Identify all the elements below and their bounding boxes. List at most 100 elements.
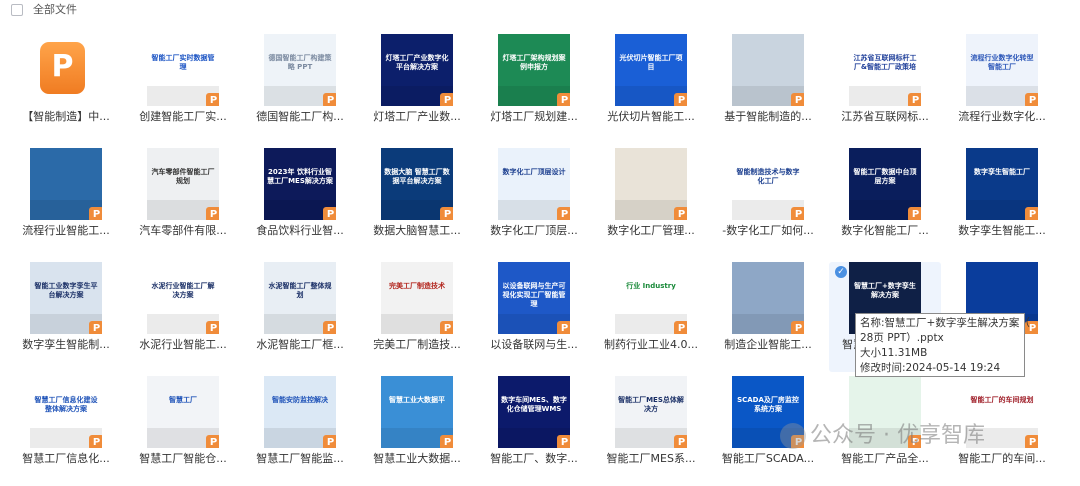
file-item[interactable]: 智能制造技术与数字化工厂 P -数字化工厂如何... — [712, 148, 824, 258]
file-item[interactable]: 流程行业数字化转型智能工厂 P 流程行业数字化... — [946, 34, 1058, 144]
file-item[interactable]: 水泥行业智能工厂解决方案 P 水泥行业智能工... — [127, 262, 239, 372]
file-item[interactable]: 智慧工厂信息化建设整体解决方案 P 智慧工厂信息化... — [10, 376, 122, 486]
thumbnail-title: 水泥智能工厂整体规划 — [268, 282, 332, 299]
file-thumbnail: P — [615, 148, 687, 220]
file-item[interactable]: 数据大脑 智慧工厂数据平台解决方案 P 数据大脑智慧工... — [361, 148, 473, 258]
file-name: 智慧工厂智能监... — [256, 452, 344, 465]
file-name: 制造企业智能工... — [724, 338, 812, 351]
file-item[interactable]: 智能安防监控解决 P 智慧工厂智能监... — [244, 376, 356, 486]
file-name: 汽车零部件有限... — [139, 224, 227, 237]
file-thumbnail: 智能工业数字孪生平台解决方案 P — [30, 262, 102, 334]
ppt-badge-icon: P — [323, 207, 336, 220]
file-grid: P 【智能制造】中... 智能工厂实时数据管理 P 创建智能工厂实... 德国智能工厂构建… — [0, 0, 1080, 483]
ppt-badge-icon: P — [908, 207, 921, 220]
ppt-badge-icon: P — [674, 321, 687, 334]
ppt-badge-icon: P — [206, 435, 219, 448]
file-item[interactable]: 光伏切片智能工厂项目 P 光伏切片智能工... — [595, 34, 707, 144]
file-name: 制药行业工业4.0... — [604, 338, 698, 351]
thumbnail-title: 数字车间MES、数字化仓储管理WMS — [501, 396, 567, 413]
file-item[interactable]: 数字车间MES、数字化仓储管理WMS P 智能工厂、数字... — [478, 376, 590, 486]
file-thumbnail: 灯塔工厂产业数字化平台解决方案 P — [381, 34, 453, 106]
file-item[interactable]: 水泥智能工厂整体规划 P 水泥智能工厂框... — [244, 262, 356, 372]
ppt-badge-icon: P — [89, 207, 102, 220]
file-name: 智慧工厂信息化... — [22, 452, 110, 465]
file-item[interactable]: 数字孪生智能工厂 P 数字孪生智能工... — [946, 148, 1058, 258]
thumbnail-title: 智慧工厂 — [169, 396, 197, 404]
file-item[interactable]: 江苏省互联网标杆工厂&智能工厂政策培 P 江苏省互联网标... — [829, 34, 941, 144]
file-tooltip: 名称:智慧工厂+数字孪生解决方案（ 28页 PPT）.pptx 大小11.31M… — [855, 313, 1030, 377]
file-item[interactable]: 智能工厂实时数据管理 P 创建智能工厂实... — [127, 34, 239, 144]
file-item[interactable]: P 数字化工厂管理... — [595, 148, 707, 258]
file-name: 流程行业数字化... — [958, 110, 1046, 123]
file-item[interactable]: 灯塔工厂产业数字化平台解决方案 P 灯塔工厂产业数... — [361, 34, 473, 144]
tooltip-size: 大小11.31MB — [860, 347, 928, 359]
file-item[interactable]: 智慧工业大数据平 P 智慧工业大数据... — [361, 376, 473, 486]
file-item[interactable]: 智能工业数字孪生平台解决方案 P 数字孪生智能制... — [10, 262, 122, 372]
ppt-badge-icon: P — [557, 321, 570, 334]
thumbnail-title: 以设备联网与生产可视化实现工厂智能管理 — [502, 282, 566, 308]
file-item[interactable]: P 流程行业智能工... — [10, 148, 122, 258]
file-name: 【智能制造】中... — [22, 110, 110, 123]
ppt-badge-icon: P — [791, 207, 804, 220]
file-name: 智能工厂MES系... — [606, 452, 696, 465]
file-thumbnail: 2023年 饮料行业智慧工厂MES解决方案 P — [264, 148, 336, 220]
ppt-badge-icon: P — [89, 435, 102, 448]
file-thumbnail: 数字化工厂顶层设计 P — [498, 148, 570, 220]
ppt-badge-icon: P — [674, 93, 687, 106]
ppt-app-icon: P — [40, 42, 85, 94]
thumbnail-title: 完美工厂制造技术 — [389, 282, 445, 290]
tooltip-mtime: 修改时间:2024-05-14 19:24 — [860, 362, 1001, 374]
thumbnail-title: 行业 Industry — [626, 282, 676, 290]
file-item[interactable]: 灯塔工厂架构规划案例申报方 P 灯塔工厂规划建... — [478, 34, 590, 144]
file-thumbnail: 智能制造技术与数字化工厂 P — [732, 148, 804, 220]
file-thumbnail: 智慧工厂 P — [147, 376, 219, 448]
ppt-badge-icon: P — [674, 207, 687, 220]
tooltip-name-line1: 名称:智慧工厂+数字孪生解决方案（ — [860, 317, 1030, 329]
thumbnail-title: SCADA及厂房监控系统方案 — [737, 396, 799, 413]
file-name: 智能工厂的车间... — [958, 452, 1046, 465]
ppt-badge-icon: P — [791, 321, 804, 334]
thumbnail-title: 智能工厂数据中台顶层方案 — [853, 168, 917, 185]
ppt-badge-icon: P — [557, 93, 570, 106]
file-item[interactable]: 数字化工厂顶层设计 P 数字化工厂顶层... — [478, 148, 590, 258]
file-item[interactable]: 2023年 饮料行业智慧工厂MES解决方案 P 食品饮料行业智... — [244, 148, 356, 258]
file-thumbnail: 水泥行业智能工厂解决方案 P — [147, 262, 219, 334]
file-item[interactable]: 汽车零部件智能工厂规划 P 汽车零部件有限... — [127, 148, 239, 258]
ppt-badge-icon: P — [323, 93, 336, 106]
file-item[interactable]: 智能工厂MES总体解决方 P 智能工厂MES系... — [595, 376, 707, 486]
ppt-badge-icon: P — [206, 93, 219, 106]
file-item[interactable]: P 基于智能制造的... — [712, 34, 824, 144]
file-name: 基于智能制造的... — [724, 110, 812, 123]
file-thumbnail: 智慧工厂信息化建设整体解决方案 P — [30, 376, 102, 448]
file-name: 数据大脑智慧工... — [373, 224, 461, 237]
file-item[interactable]: P 制造企业智能工... — [712, 262, 824, 372]
file-item[interactable]: P 【智能制造】中... — [10, 34, 122, 144]
thumbnail-title: 智慧工业大数据平 — [389, 396, 445, 404]
file-item[interactable]: 完美工厂制造技术 P 完美工厂制造技... — [361, 262, 473, 372]
thumbnail-title: 数字化工厂顶层设计 — [502, 168, 566, 176]
file-item[interactable]: 德国智能工厂构建策略 PPT P 德国智能工厂构... — [244, 34, 356, 144]
thumbnail-title: 光伏切片智能工厂项目 — [619, 54, 683, 71]
file-thumbnail: 智能工厂数据中台顶层方案 P — [849, 148, 921, 220]
ppt-badge-icon: P — [206, 321, 219, 334]
file-item[interactable]: 智能工厂数据中台顶层方案 P 数字化智能工厂... — [829, 148, 941, 258]
ppt-badge-icon: P — [323, 321, 336, 334]
file-item[interactable]: 行业 Industry P 制药行业工业4.0... — [595, 262, 707, 372]
thumbnail-title: 数字孪生智能工厂 — [974, 168, 1030, 176]
tooltip-name-line2: 28页 PPT）.pptx — [860, 332, 944, 344]
file-name: 德国智能工厂构... — [256, 110, 344, 123]
ppt-badge-icon: P — [674, 435, 687, 448]
ppt-badge-icon: P — [440, 435, 453, 448]
file-item[interactable]: 智慧工厂 P 智慧工厂智能仓... — [127, 376, 239, 486]
thumbnail-title: 德国智能工厂构建策略 PPT — [268, 54, 332, 71]
file-name: 完美工厂制造技... — [373, 338, 461, 351]
file-item[interactable]: 以设备联网与生产可视化实现工厂智能管理 P 以设备联网与生... — [478, 262, 590, 372]
ppt-badge-icon: P — [557, 207, 570, 220]
thumbnail-title: 灯塔工厂架构规划案例申报方 — [502, 54, 566, 71]
file-name: 食品饮料行业智... — [256, 224, 344, 237]
select-checkbox-icon[interactable]: ✓ — [835, 266, 847, 278]
thumbnail-title: 智能制造技术与数字化工厂 — [736, 168, 800, 185]
file-thumbnail: P — [732, 34, 804, 106]
file-thumbnail: 灯塔工厂架构规划案例申报方 P — [498, 34, 570, 106]
file-thumbnail: 汽车零部件智能工厂规划 P — [147, 148, 219, 220]
